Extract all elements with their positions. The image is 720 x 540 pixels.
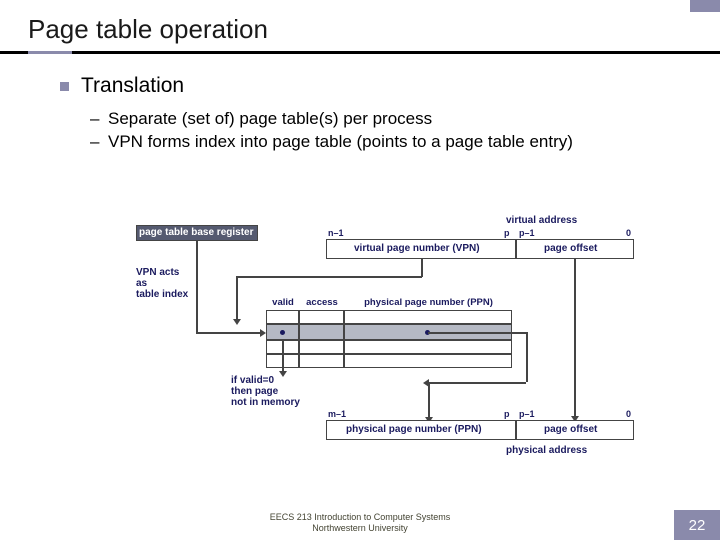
corner-accent [690,0,720,12]
valid-line [282,340,284,372]
sub-text: Separate (set of) page table(s) per proc… [108,109,432,128]
col-ppn: physical page number (PPN) [346,297,511,308]
page-offset-label-pa: page offset [544,424,597,435]
footer-line1: EECS 213 Introduction to Computer System… [0,512,720,523]
translation-diagram: page table base register virtual address… [136,215,656,475]
physical-address-label: physical address [506,445,587,456]
pt-r0-c1 [299,310,344,324]
ptbr-line-v [196,241,198,333]
sub-item: –Separate (set of) page table(s) per pro… [90,108,690,131]
footer-line2: Northwestern University [0,523,720,534]
ppn-line-v2 [428,382,430,418]
page-title: Page table operation [28,14,720,45]
col-valid: valid [267,297,299,308]
offset-line [574,259,576,417]
pt-r2-c2 [344,340,512,354]
pt-r0-c0 [266,310,299,324]
ppn-line-h2 [428,382,526,384]
sub-item: –VPN forms index into page table (points… [90,131,690,154]
ppn-line-h1 [428,332,526,334]
col-access: access [301,297,343,308]
ppn-line-v [526,332,528,382]
bullet-text: Translation [81,74,184,98]
tick-p-pa: p [504,409,510,419]
content: Translation –Separate (set of) page tabl… [0,54,720,154]
footer: EECS 213 Introduction to Computer System… [0,512,720,534]
invalid-label: if valid=0 then page not in memory [231,375,300,408]
virtual-address-label: virtual address [506,215,577,226]
page-offset-label-va: page offset [544,243,597,254]
dot-valid [280,330,285,335]
tick-p1: p–1 [519,228,535,238]
bullet-level1: Translation [60,74,690,98]
square-bullet-icon [60,82,69,91]
tick-m1: m–1 [328,409,346,419]
vpn-acts-label: VPN acts as table index [136,267,188,300]
tick-n1: n–1 [328,228,344,238]
pt-r3-c2 [344,354,512,368]
vpn-line-h [236,276,422,278]
pt-r0-c2 [344,310,512,324]
title-area: Page table operation [0,0,720,45]
tick-p: p [504,228,510,238]
ptbr-label: page table base register [139,227,254,238]
vpn-line-v1 [421,259,423,277]
tick-0-pa: 0 [626,409,631,419]
sub-text: VPN forms index into page table (points … [108,132,573,151]
pt-r2-c1 [299,340,344,354]
page-number: 22 [674,510,720,540]
tick-0: 0 [626,228,631,238]
title-rule [0,51,720,54]
sub-list: –Separate (set of) page table(s) per pro… [90,108,690,154]
vpn-line-v2 [236,276,238,320]
pt-r3-c1 [299,354,344,368]
vpn-label: virtual page number (VPN) [354,243,480,254]
pt-r1-c1 [299,324,344,340]
ptbr-line-h [196,332,261,334]
ppn-label-pa: physical page number (PPN) [346,424,482,435]
tick-p1-pa: p–1 [519,409,535,419]
